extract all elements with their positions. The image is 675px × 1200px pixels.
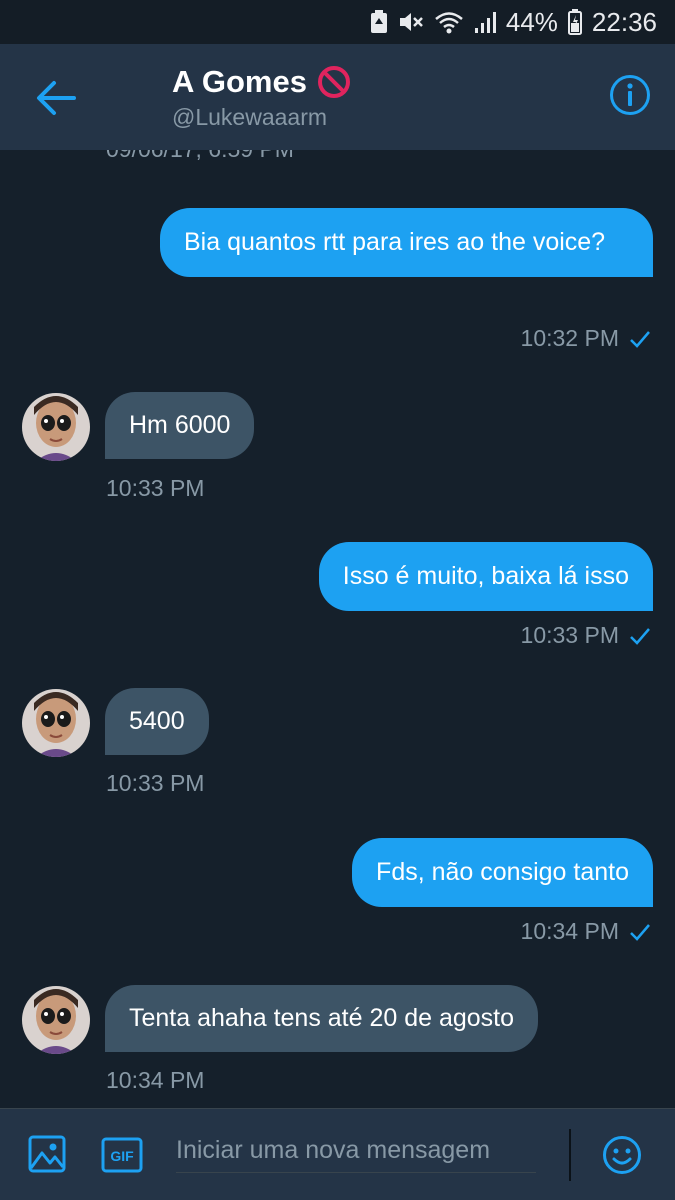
battery-percent: 44% <box>505 6 558 37</box>
recycle-icon <box>370 10 388 34</box>
incoming-message[interactable]: 5400 <box>105 688 209 755</box>
gif-label: GIF <box>110 1148 134 1164</box>
emoji-icon <box>603 1136 641 1174</box>
message-timestamp: 10:32 PM <box>521 325 651 352</box>
message-timestamp: 10:33 PM <box>106 770 205 796</box>
message-text: Fds, não consigo tanto <box>376 858 629 886</box>
avatar[interactable] <box>22 393 90 461</box>
previous-timestamp: 09/06/17, 6:59 PM <box>106 150 294 163</box>
message-timestamp: 10:34 PM <box>521 918 651 945</box>
message-timestamp: 10:34 PM <box>106 1067 205 1093</box>
message-text: Bia quantos rtt para ires ao the voice? <box>184 228 606 256</box>
wifi-icon <box>434 10 464 34</box>
info-icon <box>610 75 650 115</box>
outgoing-message[interactable]: Bia quantos rtt para ires ao the voice? <box>160 208 653 277</box>
gif-icon: GIF <box>101 1137 143 1173</box>
add-image-button[interactable] <box>28 1135 66 1178</box>
battery-icon <box>567 9 582 35</box>
message-input[interactable] <box>176 1129 536 1173</box>
back-button[interactable] <box>34 78 78 118</box>
status-bar: 44% 22:36 <box>0 0 675 44</box>
prohibited-icon <box>317 66 350 98</box>
message-text: Isso é muito, baixa lá isso <box>342 562 629 590</box>
contact-handle: @Lukewaaarm <box>172 104 328 130</box>
arrow-left-icon <box>37 81 76 115</box>
contact-name: A Gomes <box>172 64 307 99</box>
incoming-message[interactable]: Tenta ahaha tens até 20 de agosto <box>105 985 539 1052</box>
info-button[interactable] <box>609 74 651 116</box>
message-composer: GIF <box>0 1108 675 1200</box>
mute-icon <box>398 10 424 34</box>
message-timestamp: 10:33 PM <box>521 622 651 649</box>
add-gif-button[interactable]: GIF <box>101 1137 143 1178</box>
outgoing-message[interactable]: Fds, não consigo tanto <box>352 838 653 907</box>
clock: 22:36 <box>591 6 657 37</box>
contact-info[interactable]: A Gomes @Lukewaaarm <box>172 64 351 131</box>
message-text: Tenta ahaha tens até 20 de agosto <box>129 1004 515 1032</box>
timestamp-text: 10:34 PM <box>520 918 619 944</box>
message-text: 5400 <box>129 707 185 735</box>
timestamp-text: 10:33 PM <box>520 622 619 648</box>
message-list[interactable]: 09/06/17, 6:59 PM Bia quantos rtt para i… <box>0 150 675 1108</box>
conversation-header: A Gomes @Lukewaaarm <box>0 44 675 150</box>
checkmark-icon <box>630 330 650 348</box>
image-icon <box>28 1135 66 1173</box>
timestamp-text: 10:32 PM <box>520 325 619 351</box>
message-timestamp: 10:33 PM <box>106 475 205 501</box>
divider <box>569 1129 571 1181</box>
avatar[interactable] <box>22 689 90 757</box>
emoji-button[interactable] <box>602 1135 642 1180</box>
checkmark-icon <box>630 923 650 941</box>
checkmark-icon <box>630 627 650 645</box>
outgoing-message[interactable]: Isso é muito, baixa lá isso <box>318 542 653 611</box>
signal-icon <box>474 10 496 34</box>
avatar[interactable] <box>22 986 90 1054</box>
message-text: Hm 6000 <box>129 411 231 439</box>
incoming-message[interactable]: Hm 6000 <box>105 392 255 459</box>
